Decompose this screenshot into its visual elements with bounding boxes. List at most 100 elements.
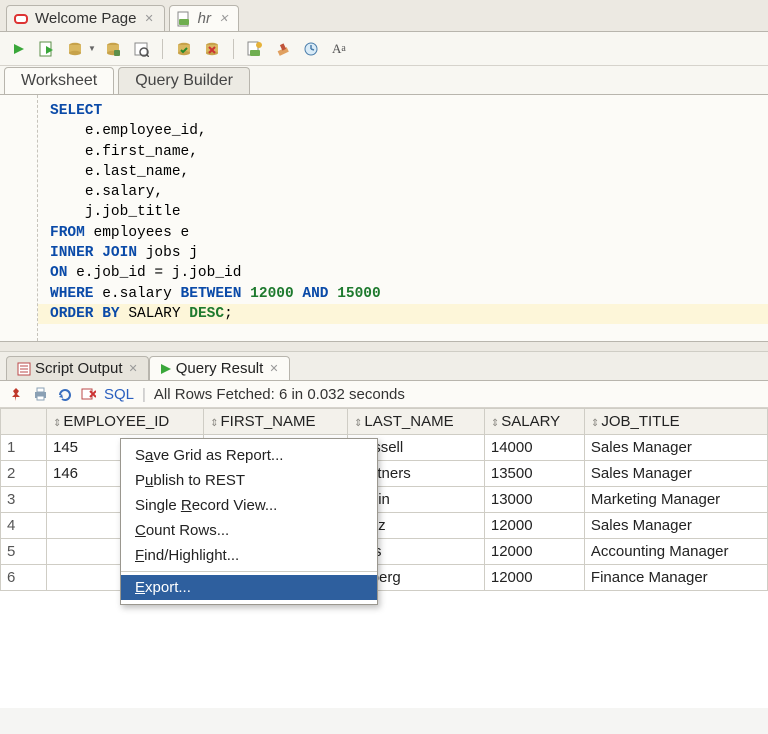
context-menu-separator xyxy=(121,571,377,572)
table-row[interactable]: 1145JohnRussell14000Sales Manager xyxy=(1,435,768,461)
column-header-first-name[interactable]: ⇕FIRST_NAME xyxy=(204,409,348,435)
refresh-button[interactable] xyxy=(56,386,72,402)
close-icon[interactable]: ✕ xyxy=(129,362,138,375)
rollback-button[interactable] xyxy=(201,38,223,60)
delete-row-button[interactable] xyxy=(80,386,96,402)
column-header-last-name[interactable]: ⇕LAST_NAME xyxy=(348,409,485,435)
column-header-job-title[interactable]: ⇕JOB_TITLE xyxy=(584,409,767,435)
result-grid[interactable]: ⇕EMPLOYEE_ID ⇕FIRST_NAME ⇕LAST_NAME ⇕SAL… xyxy=(0,408,768,591)
file-tab-label: Welcome Page xyxy=(35,10,136,27)
horizontal-splitter[interactable] xyxy=(0,342,768,352)
tab-query-builder[interactable]: Query Builder xyxy=(118,67,250,94)
row-number-header xyxy=(1,409,47,435)
worksheet-tab-bar: Worksheet Query Builder xyxy=(0,66,768,94)
kw-on: ON xyxy=(50,265,67,281)
cell-job-title[interactable]: Sales Manager xyxy=(584,461,767,487)
run-script-button[interactable] xyxy=(36,38,58,60)
context-menu-item[interactable]: Publish to REST xyxy=(121,468,377,493)
file-tab-bar: Welcome Page ✕ hr ✕ xyxy=(0,0,768,32)
clear-button[interactable] xyxy=(272,38,294,60)
table-row[interactable]: 6enberg12000Finance Manager xyxy=(1,565,768,591)
history-button[interactable] xyxy=(300,38,322,60)
tab-query-result[interactable]: Query Result ✕ xyxy=(149,356,290,380)
kw-order-by: ORDER BY xyxy=(50,306,120,322)
commit-button[interactable] xyxy=(173,38,195,60)
cell-salary[interactable]: 14000 xyxy=(484,435,584,461)
context-menu-item[interactable]: Count Rows... xyxy=(121,518,377,543)
grid-header-row: ⇕EMPLOYEE_ID ⇕FIRST_NAME ⇕LAST_NAME ⇕SAL… xyxy=(1,409,768,435)
column-label: JOB_TITLE xyxy=(601,413,679,430)
table-row[interactable]: 2146KarenPartners13500Sales Manager xyxy=(1,461,768,487)
toolbar-separator xyxy=(233,39,234,59)
dropdown-icon[interactable]: ▼ xyxy=(88,44,96,53)
cell-job-title[interactable]: Sales Manager xyxy=(584,513,767,539)
print-button[interactable] xyxy=(32,386,48,402)
kw-inner-join: INNER JOIN xyxy=(50,245,137,261)
run-statement-button[interactable] xyxy=(8,38,30,60)
result-tab-label: Script Output xyxy=(35,360,123,377)
close-icon[interactable]: ✕ xyxy=(144,12,153,25)
literal-number: 15000 xyxy=(337,286,381,302)
kw-from: FROM xyxy=(50,225,85,241)
code-text: e.last_name, xyxy=(85,164,189,180)
fetch-status: All Rows Fetched: 6 in 0.032 seconds xyxy=(154,386,405,403)
cell-job-title[interactable]: Accounting Manager xyxy=(584,539,767,565)
code-text: e.salary xyxy=(102,286,172,302)
oracle-icon xyxy=(13,11,29,27)
tab-script-output[interactable]: Script Output ✕ xyxy=(6,356,149,380)
toolbar-separator: | xyxy=(142,386,146,403)
sql-tuning-button[interactable] xyxy=(130,38,152,60)
table-row[interactable]: 5gins12000Accounting Manager xyxy=(1,539,768,565)
row-number-cell: 2 xyxy=(1,461,47,487)
context-menu-item[interactable]: Find/Highlight... xyxy=(121,543,377,568)
code-text: SALARY xyxy=(128,306,180,322)
cell-salary[interactable]: 12000 xyxy=(484,565,584,591)
code-text: e.employee_id, xyxy=(85,123,207,139)
pin-button[interactable] xyxy=(8,386,24,402)
kw-desc: DESC xyxy=(189,306,224,322)
column-label: EMPLOYEE_ID xyxy=(63,413,169,430)
file-tab-welcome[interactable]: Welcome Page ✕ xyxy=(6,5,165,31)
column-label: LAST_NAME xyxy=(364,413,453,430)
code-text: j.job_title xyxy=(85,204,181,220)
cell-salary[interactable]: 13500 xyxy=(484,461,584,487)
table-row[interactable]: 4zuriz12000Sales Manager xyxy=(1,513,768,539)
context-menu-item[interactable]: Export... xyxy=(121,575,377,600)
kw-where: WHERE xyxy=(50,286,94,302)
row-number-cell: 3 xyxy=(1,487,47,513)
row-number-cell: 5 xyxy=(1,539,47,565)
column-header-employee-id[interactable]: ⇕EMPLOYEE_ID xyxy=(47,409,204,435)
explain-plan-button[interactable] xyxy=(64,38,86,60)
kw-and: AND xyxy=(302,286,328,302)
sort-icon: ⇕ xyxy=(491,418,499,429)
script-output-icon xyxy=(17,362,31,376)
sql-code-area[interactable]: SELECT e.employee_id, e.first_name, e.la… xyxy=(38,95,768,341)
cell-salary[interactable]: 12000 xyxy=(484,513,584,539)
cell-job-title[interactable]: Sales Manager xyxy=(584,435,767,461)
file-tab-hr[interactable]: hr ✕ xyxy=(169,5,240,31)
autotrace-button[interactable] xyxy=(102,38,124,60)
sql-link[interactable]: SQL xyxy=(104,386,134,403)
column-header-salary[interactable]: ⇕SALARY xyxy=(484,409,584,435)
kw-between: BETWEEN xyxy=(181,286,242,302)
context-menu-item[interactable]: Single Record View... xyxy=(121,493,377,518)
to-uppercase-button[interactable]: Aa xyxy=(328,38,350,60)
result-tab-label: Query Result xyxy=(176,360,264,377)
cell-salary[interactable]: 13000 xyxy=(484,487,584,513)
tab-worksheet[interactable]: Worksheet xyxy=(4,67,114,94)
cell-job-title[interactable]: Marketing Manager xyxy=(584,487,767,513)
sort-icon: ⇕ xyxy=(591,418,599,429)
table-row[interactable]: 3tstein13000Marketing Manager xyxy=(1,487,768,513)
close-icon[interactable]: ✕ xyxy=(219,12,228,25)
context-menu-item[interactable]: Save Grid as Report... xyxy=(121,443,377,468)
close-icon[interactable]: ✕ xyxy=(269,362,278,375)
column-label: SALARY xyxy=(501,413,560,430)
sql-editor[interactable]: SELECT e.employee_id, e.first_name, e.la… xyxy=(0,94,768,342)
cell-salary[interactable]: 12000 xyxy=(484,539,584,565)
code-text: ; xyxy=(224,306,233,322)
kw-select: SELECT xyxy=(50,103,102,119)
cell-job-title[interactable]: Finance Manager xyxy=(584,565,767,591)
unshared-worksheet-button[interactable] xyxy=(244,38,266,60)
sort-icon: ⇕ xyxy=(354,418,362,429)
row-number-cell: 4 xyxy=(1,513,47,539)
